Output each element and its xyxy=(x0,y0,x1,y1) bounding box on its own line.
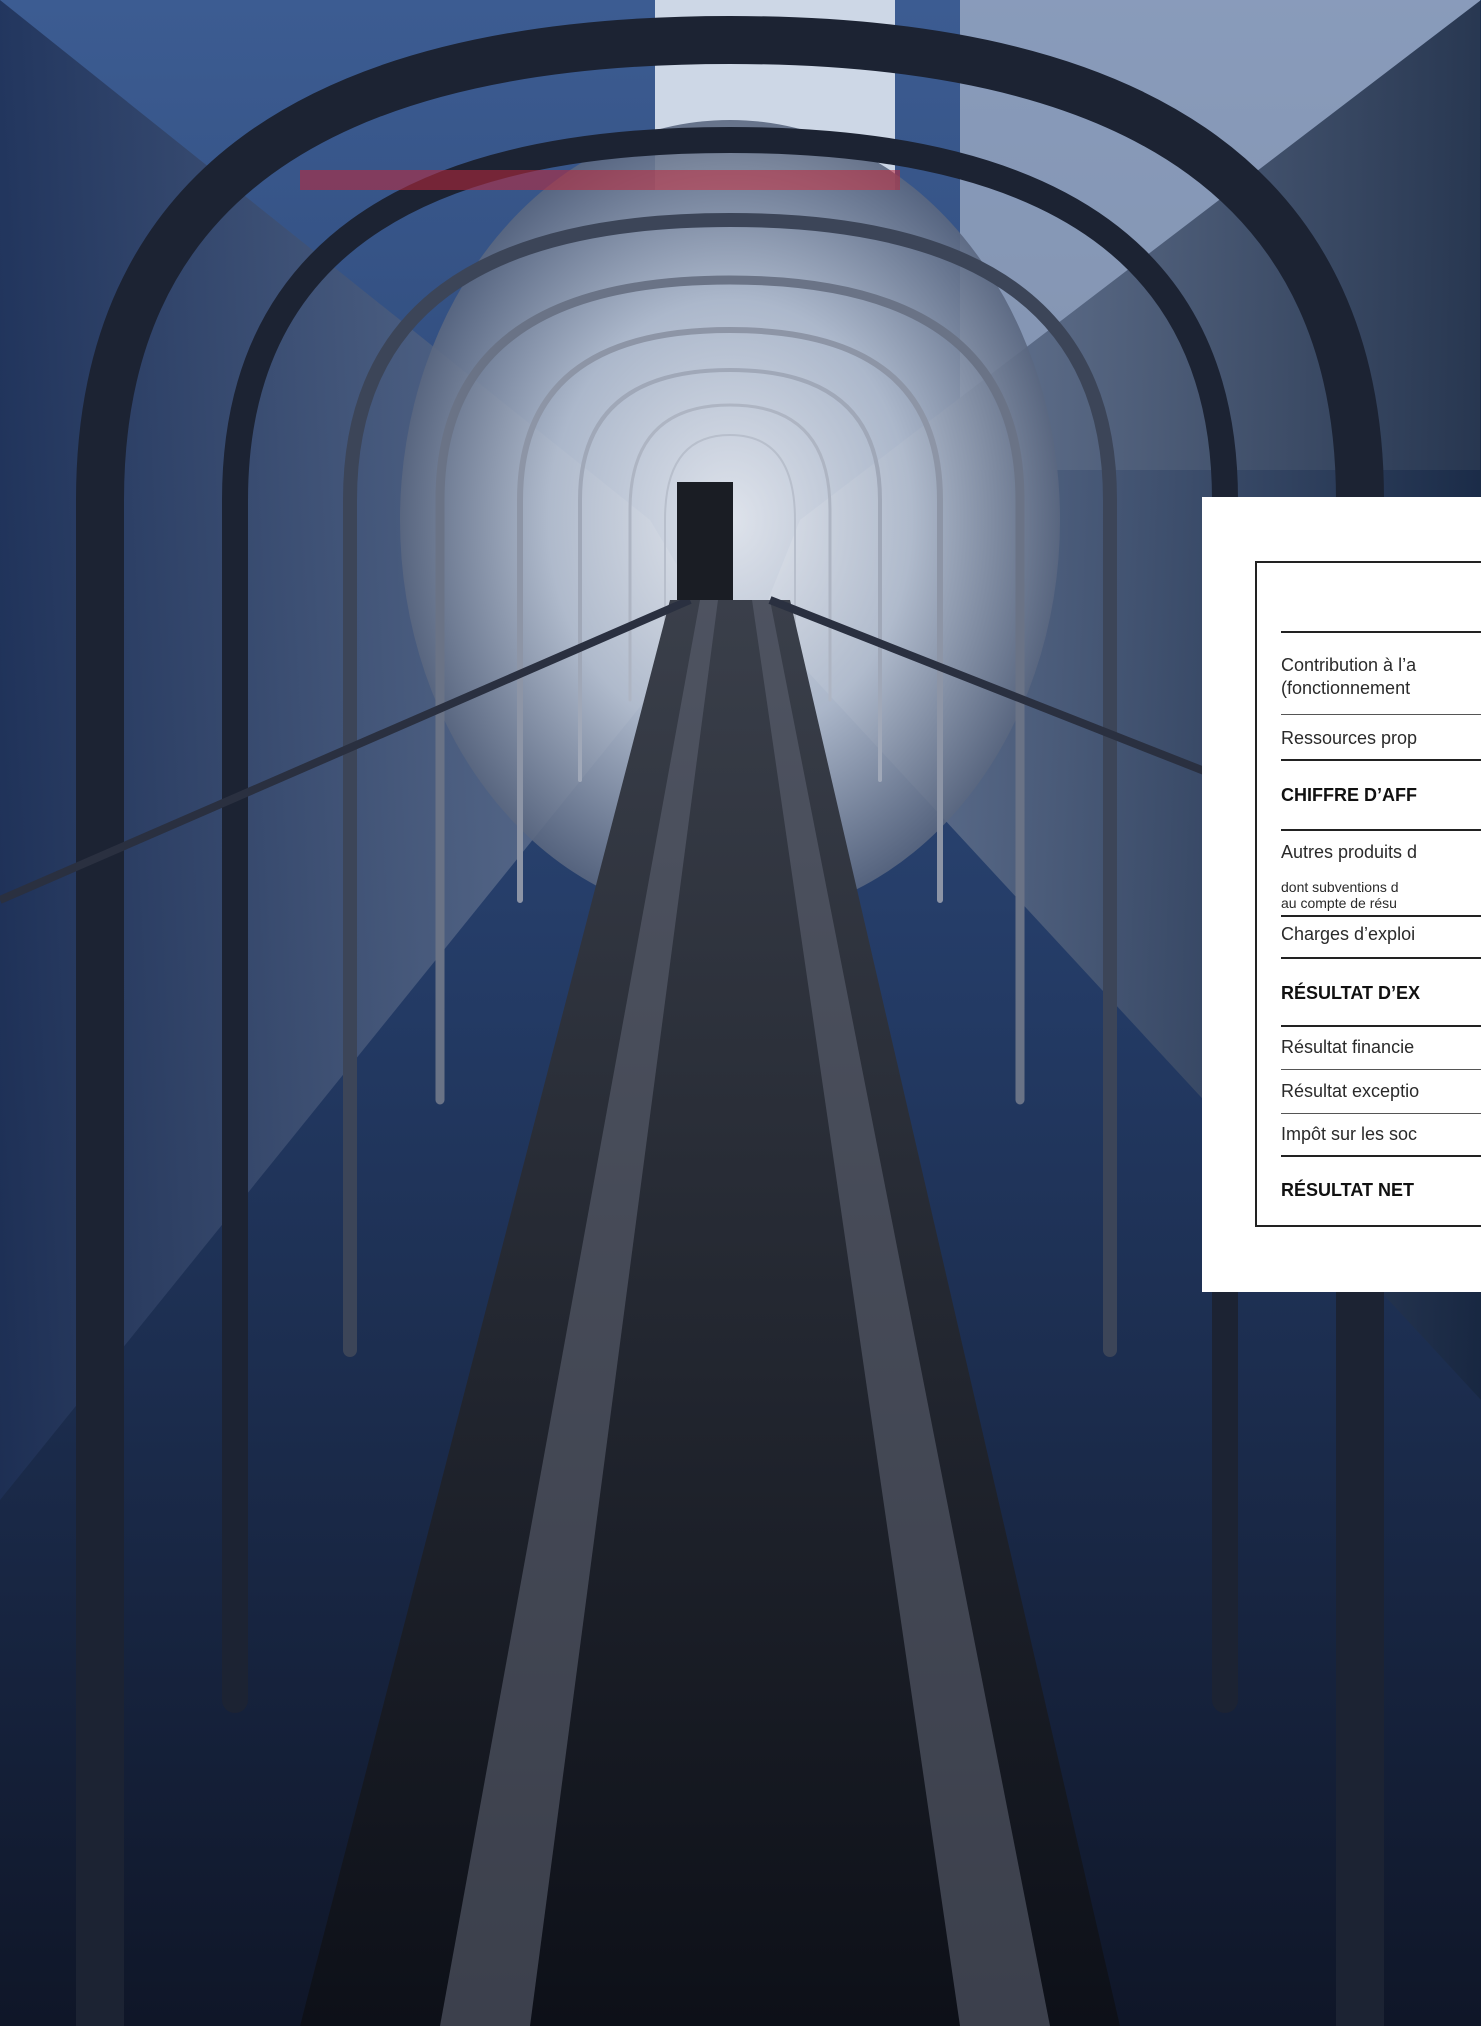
row-separator xyxy=(1281,759,1481,761)
table-row-sublabel: dont subventions d xyxy=(1281,879,1399,895)
row-separator xyxy=(1281,829,1481,831)
table-row-total-label: RÉSULTAT D’EX xyxy=(1281,983,1420,1003)
table-row-total-label: CHIFFRE D’AFF xyxy=(1281,785,1417,805)
row-separator xyxy=(1281,1069,1481,1070)
table-row-label: Résultat exceptio xyxy=(1281,1081,1420,1101)
table-row-label: Impôt sur les soc xyxy=(1281,1124,1418,1144)
table-row-label: Résultat financie xyxy=(1281,1037,1415,1057)
row-separator xyxy=(1281,714,1481,715)
table-row-label: Charges d’exploi xyxy=(1281,924,1416,944)
row-separator xyxy=(1281,915,1481,917)
table-row-label: Contribution à l’a xyxy=(1281,655,1417,675)
row-separator xyxy=(1281,1025,1481,1027)
table-row-total-label: RÉSULTAT NET xyxy=(1281,1180,1414,1200)
table-row-label: Autres produits d xyxy=(1281,842,1418,862)
row-separator xyxy=(1281,957,1481,959)
table-row-sublabel: au compte de résu xyxy=(1281,895,1397,911)
table-row-label: (fonctionnement xyxy=(1281,678,1411,698)
row-separator xyxy=(1281,1113,1481,1114)
row-separator xyxy=(1281,1155,1481,1157)
table-row-label: Ressources prop xyxy=(1281,728,1418,748)
table-card: Contribution à l’a (fonctionnement Resso… xyxy=(1202,497,1481,1292)
row-separator xyxy=(1281,631,1481,633)
